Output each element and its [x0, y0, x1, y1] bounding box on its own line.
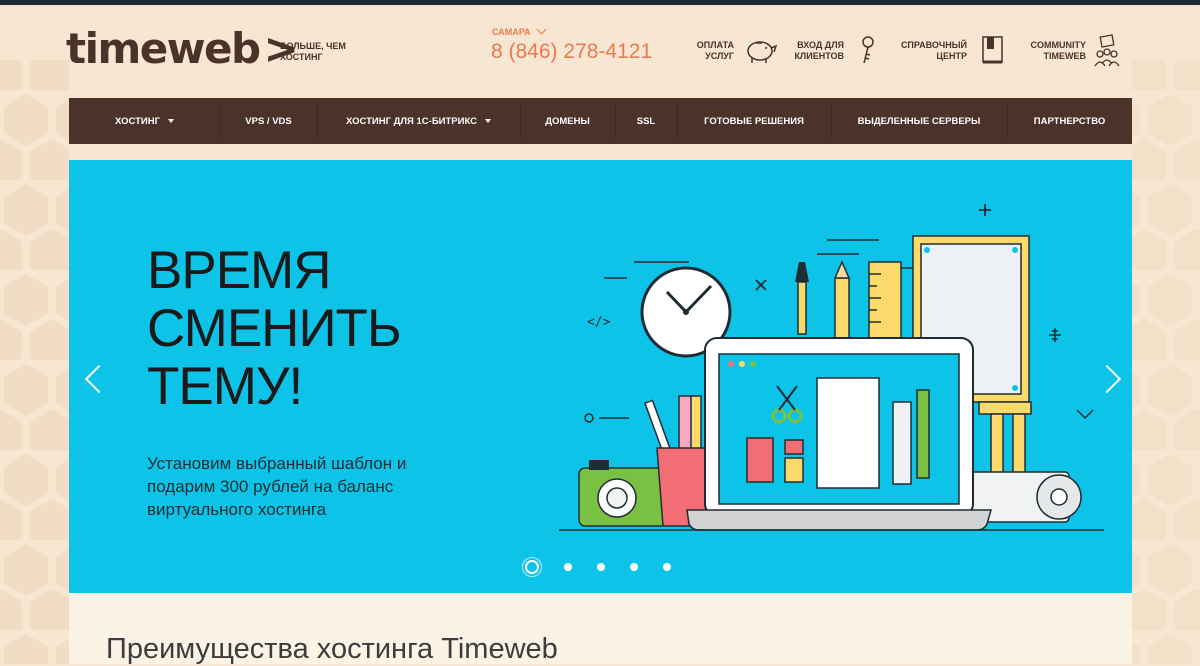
- community-icon: [1094, 34, 1120, 67]
- header-link-community-line1: COMMUNITY: [1030, 40, 1087, 50]
- nav-item-partnership-label: ПАРТНЕРСТВО: [1033, 115, 1106, 127]
- nav-item-ready-solutions[interactable]: ГОТОВЫЕ РЕШЕНИЯ: [677, 98, 831, 144]
- hero-title-line2: СМЕНИТЬ: [147, 299, 402, 358]
- city-selector[interactable]: САМАРА: [492, 24, 547, 37]
- header-link-login-line1: ВХОД ДЛЯ: [797, 40, 844, 50]
- header-link-payment[interactable]: ОПЛАТА УСЛУГ: [690, 40, 734, 62]
- nav-item-domains[interactable]: ДОМЕНЫ: [520, 98, 615, 144]
- slider-dot-2[interactable]: [564, 563, 572, 571]
- header-link-payment-line1: ОПЛАТА: [696, 40, 734, 50]
- slider-pagination: [525, 560, 671, 574]
- hero-title: ВРЕМЯ СМЕНИТЬ ТЕМУ!: [147, 241, 402, 416]
- book-icon: [982, 36, 1003, 64]
- tagline-line2: ХОСТИНГ: [280, 52, 323, 62]
- nav-item-partnership[interactable]: ПАРТНЕРСТВО: [1007, 98, 1132, 144]
- tagline-line1: БОЛЬШЕ, ЧЕМ: [280, 41, 346, 51]
- nav-item-ssl[interactable]: SSL: [615, 98, 677, 144]
- slider-dot-3[interactable]: [597, 563, 605, 571]
- header-link-help-line1: СПРАВОЧНЫЙ: [900, 40, 967, 50]
- nav-item-bitrix-hosting[interactable]: ХОСТИНГ ДЛЯ 1С-БИТРИКС: [317, 98, 520, 144]
- logo-text: timeweb: [66, 24, 261, 73]
- nav-item-ready-solutions-label: ГОТОВЫЕ РЕШЕНИЯ: [704, 115, 804, 127]
- nav-item-dedicated-servers[interactable]: ВЫДЕЛЕННЫЕ СЕРВЕРЫ: [831, 98, 1007, 144]
- hero-title-line1: ВРЕМЯ: [147, 241, 331, 300]
- header-link-community-line2: TIMEWEB: [1043, 51, 1087, 61]
- nav-item-bitrix-label: ХОСТИНГ ДЛЯ 1С-БИТРИКС: [346, 115, 477, 127]
- slider-prev-arrow[interactable]: [84, 364, 114, 394]
- workspace-illustration: </>: [559, 204, 1104, 531]
- nav-item-ssl-label: SSL: [636, 115, 656, 127]
- section-title: Преимущества хостинга Timeweb: [106, 633, 558, 665]
- nav-item-vps[interactable]: VPS / VDS: [220, 98, 317, 144]
- hero-description: Установим выбранный шаблон и подарим 300…: [147, 454, 407, 519]
- tagline: БОЛЬШЕ, ЧЕМ ХОСТИНГ: [280, 41, 360, 63]
- header-link-community[interactable]: COMMUNITY TIMEWEB: [1020, 40, 1087, 62]
- header-link-login-line2: КЛИЕНТОВ: [794, 51, 844, 61]
- timeweb-logo[interactable]: timeweb>: [66, 24, 299, 73]
- piggy-bank-icon: [747, 41, 778, 63]
- header-link-payment-line2: УСЛУГ: [705, 51, 734, 61]
- slider-dot-5[interactable]: [663, 563, 671, 571]
- slider-dot-1[interactable]: [525, 560, 539, 574]
- phone-number[interactable]: 8 (846) 278-4121: [491, 40, 652, 64]
- hero-title-line3: ТЕМУ!: [147, 357, 303, 416]
- header-link-help[interactable]: СПРАВОЧНЫЙ ЦЕНТР: [896, 40, 967, 62]
- nav-item-domains-label: ДОМЕНЫ: [545, 115, 590, 127]
- nav-item-vps-label: VPS / VDS: [245, 115, 292, 127]
- city-label: САМАРА: [492, 27, 531, 37]
- caret-down-icon: [167, 119, 174, 123]
- nav-item-hosting-label: ХОСТИНГ: [115, 115, 160, 127]
- nav-item-dedicated-label: ВЫДЕЛЕННЫЕ СЕРВЕРЫ: [857, 115, 981, 127]
- nav-item-hosting[interactable]: ХОСТИНГ: [69, 98, 220, 144]
- svg-text:</>: </>: [587, 315, 611, 330]
- hero-slider: ВРЕМЯ СМЕНИТЬ ТЕМУ! Установим выбранный …: [69, 160, 1132, 593]
- chevron-down-icon: [537, 24, 547, 35]
- key-icon: [862, 36, 874, 64]
- caret-down-icon: [485, 119, 491, 123]
- header-link-help-line2: ЦЕНТР: [936, 51, 967, 61]
- advantages-section: Преимущества хостинга Timeweb: [69, 593, 1132, 665]
- header-link-login[interactable]: ВХОД ДЛЯ КЛИЕНТОВ: [790, 40, 844, 62]
- main-navigation: ХОСТИНГ VPS / VDS ХОСТИНГ ДЛЯ 1С-БИТРИКС…: [69, 98, 1132, 144]
- slider-dot-4[interactable]: [630, 563, 638, 571]
